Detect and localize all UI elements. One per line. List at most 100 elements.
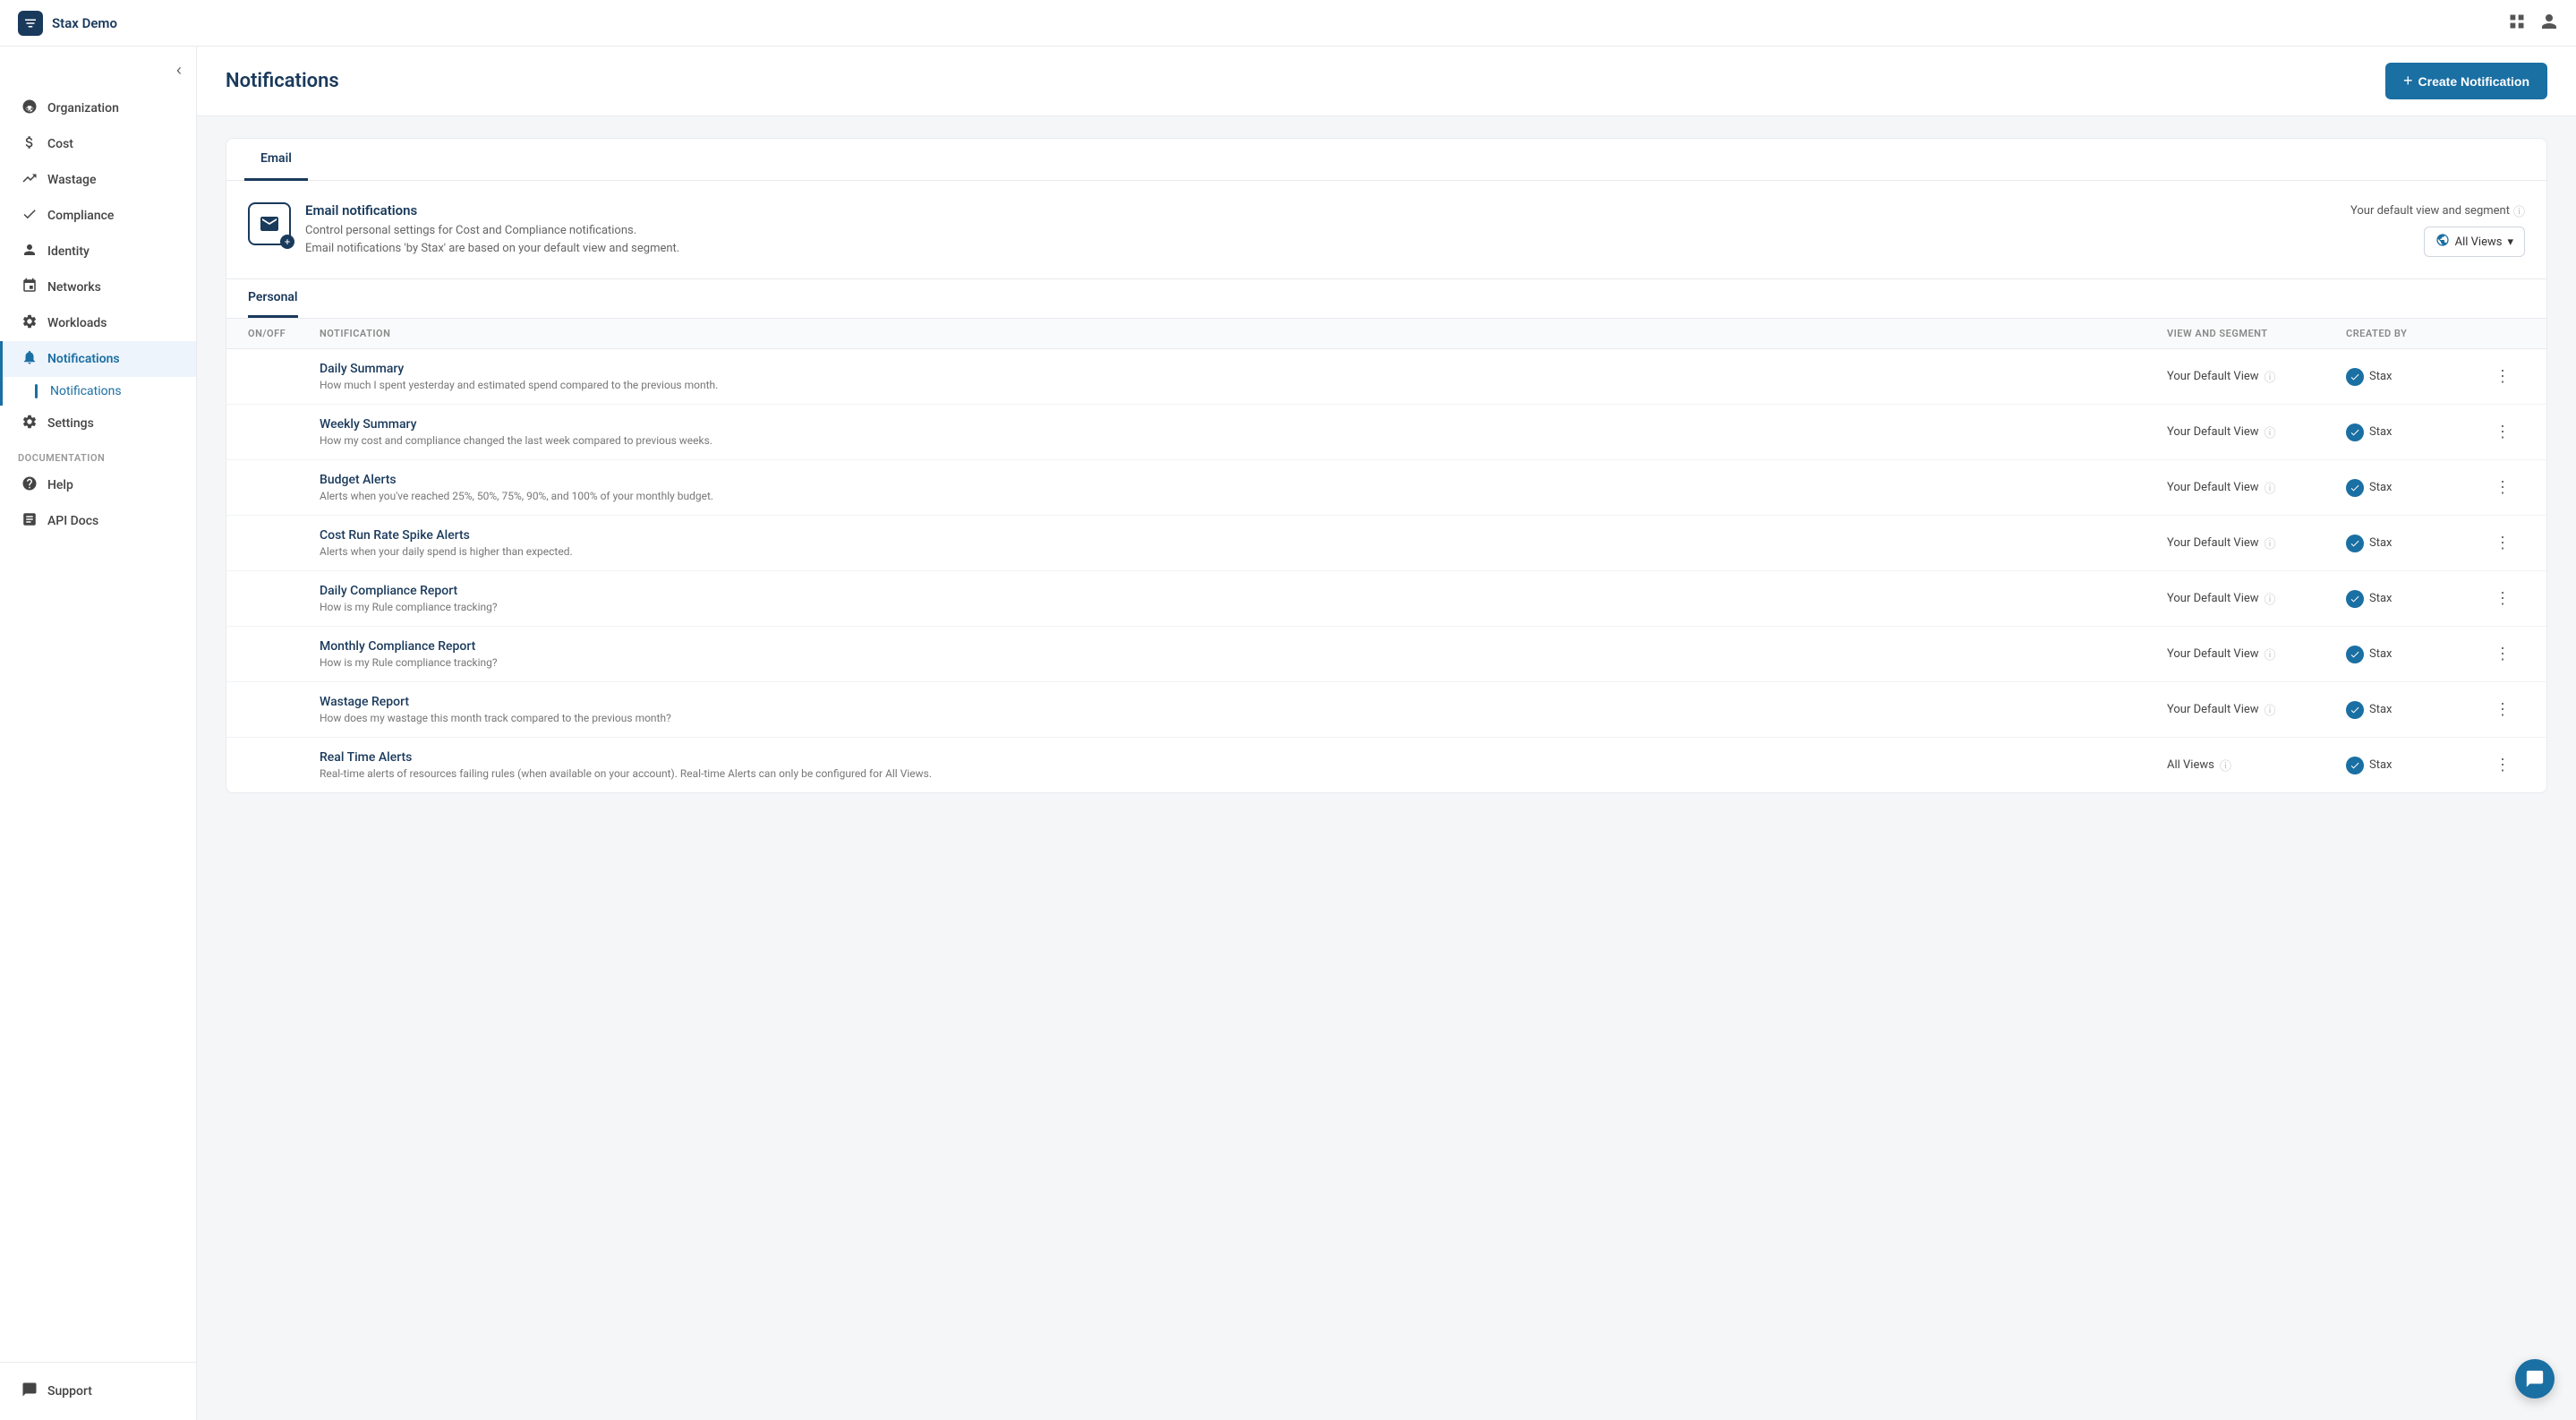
personal-tab-bar: Personal (226, 279, 2546, 319)
toggle-cell (248, 368, 320, 385)
creator-name: Stax (2369, 481, 2393, 494)
more-actions-button[interactable]: ⋮ (2489, 587, 2516, 610)
more-actions-button[interactable]: ⋮ (2489, 476, 2516, 499)
tab-bar: Email (226, 139, 2546, 181)
sidebar-item-api-docs[interactable]: API Docs (0, 503, 196, 539)
view-segment-value: All Views (2167, 758, 2214, 772)
table-row: Real Time Alerts Real-time alerts of res… (226, 738, 2546, 792)
layout: ‹ Organization Cost Wastage (0, 47, 2576, 1420)
toggle-cell (248, 479, 320, 496)
wastage-icon (21, 170, 38, 190)
view-info-icon[interactable]: ⓘ (2265, 479, 2276, 496)
support-icon (21, 1382, 38, 1401)
view-info-icon[interactable]: ⓘ (2265, 423, 2276, 441)
email-section-left: + Email notifications Control personal s… (248, 202, 679, 257)
tab-personal[interactable]: Personal (248, 279, 298, 318)
creator-cell: Stax (2346, 646, 2489, 663)
notification-name: Budget Alerts (320, 473, 2167, 487)
sidebar-item-cost[interactable]: Cost (0, 126, 196, 162)
view-label-text: Your default view and segment (2350, 204, 2510, 218)
workloads-icon (21, 313, 38, 333)
view-segment-value: Your Default View (2167, 481, 2259, 494)
view-info-icon[interactable]: ⓘ (2265, 535, 2276, 552)
user-icon[interactable] (2540, 13, 2558, 34)
create-notification-button[interactable]: + Create Notification (2385, 63, 2547, 99)
sidebar-item-help[interactable]: Help (0, 467, 196, 503)
sidebar-sub-item-label-notifications: Notifications (50, 384, 122, 398)
sidebar-item-label-compliance: Compliance (47, 209, 114, 223)
notification-description: How does my wastage this month track com… (320, 712, 2167, 724)
view-info-icon[interactable]: ⓘ (2220, 757, 2231, 774)
actions-cell: ⋮ (2489, 532, 2525, 554)
sidebar-item-identity[interactable]: Identity (0, 234, 196, 269)
sidebar-item-workloads[interactable]: Workloads (0, 305, 196, 341)
chat-icon (2525, 1369, 2545, 1389)
creator-badge (2346, 368, 2364, 386)
view-segment-value: Your Default View (2167, 425, 2259, 439)
api-docs-icon (21, 511, 38, 531)
sidebar-item-networks[interactable]: Networks (0, 269, 196, 305)
view-info-icon[interactable]: ⓘ (2265, 646, 2276, 663)
creator-name: Stax (2369, 647, 2393, 661)
sidebar-collapse-button[interactable]: ‹ (176, 61, 182, 80)
creator-badge (2346, 590, 2364, 608)
notification-description: How my cost and compliance changed the l… (320, 434, 2167, 447)
sidebar-item-settings[interactable]: Settings (0, 406, 196, 441)
all-views-selector[interactable]: All Views ▾ (2424, 227, 2525, 257)
sidebar-nav: Organization Cost Wastage Compliance (0, 87, 196, 1362)
tab-email[interactable]: Email (244, 139, 308, 181)
chevron-down-icon: ▾ (2507, 235, 2513, 249)
table-header: ON/OFF NOTIFICATION VIEW AND SEGMENT CRE… (226, 319, 2546, 349)
topbar-right (2508, 13, 2558, 34)
info-circle-icon: ⓘ (2513, 202, 2525, 219)
table-body: Daily Summary How much I spent yesterday… (226, 349, 2546, 792)
view-segment-cell: Your Default View ⓘ (2167, 423, 2346, 441)
view-info-icon[interactable]: ⓘ (2265, 701, 2276, 718)
view-segment-cell: Your Default View ⓘ (2167, 368, 2346, 385)
col-view-segment: VIEW AND SEGMENT (2167, 328, 2346, 339)
more-actions-button[interactable]: ⋮ (2489, 532, 2516, 554)
globe-icon (2435, 233, 2450, 251)
notifications-icon (21, 349, 38, 369)
chat-bubble-button[interactable] (2515, 1359, 2555, 1399)
table-row: Budget Alerts Alerts when you've reached… (226, 460, 2546, 516)
more-actions-button[interactable]: ⋮ (2489, 421, 2516, 443)
grid-icon[interactable] (2508, 13, 2526, 34)
sidebar-docs-label: DOCUMENTATION (0, 441, 196, 467)
sidebar-item-notifications[interactable]: Notifications (0, 341, 196, 377)
sidebar-bottom: Support (0, 1362, 196, 1420)
col-onoff: ON/OFF (248, 328, 320, 339)
view-segment-value: Your Default View (2167, 647, 2259, 661)
sidebar-sub-item-notifications[interactable]: Notifications (0, 377, 196, 406)
table-row: Cost Run Rate Spike Alerts Alerts when y… (226, 516, 2546, 571)
more-actions-button[interactable]: ⋮ (2489, 698, 2516, 721)
actions-cell: ⋮ (2489, 476, 2525, 499)
notification-name: Daily Compliance Report (320, 584, 2167, 598)
sidebar-item-compliance[interactable]: Compliance (0, 198, 196, 234)
sidebar-item-label-cost: Cost (47, 137, 73, 151)
more-actions-button[interactable]: ⋮ (2489, 365, 2516, 388)
more-actions-button[interactable]: ⋮ (2489, 754, 2516, 776)
creator-cell: Stax (2346, 535, 2489, 552)
sidebar-item-label-support: Support (47, 1384, 92, 1399)
notification-name: Wastage Report (320, 695, 2167, 709)
networks-icon (21, 278, 38, 297)
notification-cell: Cost Run Rate Spike Alerts Alerts when y… (320, 528, 2167, 558)
more-actions-button[interactable]: ⋮ (2489, 643, 2516, 665)
view-info-icon[interactable]: ⓘ (2265, 368, 2276, 385)
table-row: Monthly Compliance Report How is my Rule… (226, 627, 2546, 682)
sidebar-item-support[interactable]: Support (0, 1373, 196, 1409)
sidebar-item-organization[interactable]: Organization (0, 90, 196, 126)
view-segment-value: Your Default View (2167, 536, 2259, 550)
view-info-icon[interactable]: ⓘ (2265, 590, 2276, 607)
sidebar-toggle-area: ‹ (0, 47, 196, 87)
email-section-right: Your default view and segment ⓘ All View… (2350, 202, 2525, 257)
sidebar-item-label-notifications: Notifications (47, 352, 120, 366)
notification-name: Monthly Compliance Report (320, 639, 2167, 654)
sidebar-item-wastage[interactable]: Wastage (0, 162, 196, 198)
email-section: + Email notifications Control personal s… (226, 181, 2546, 279)
plus-icon: + (2403, 72, 2413, 90)
actions-cell: ⋮ (2489, 421, 2525, 443)
content-area: Email + Email notifications Control pers… (197, 116, 2576, 815)
notification-description: Alerts when your daily spend is higher t… (320, 545, 2167, 558)
